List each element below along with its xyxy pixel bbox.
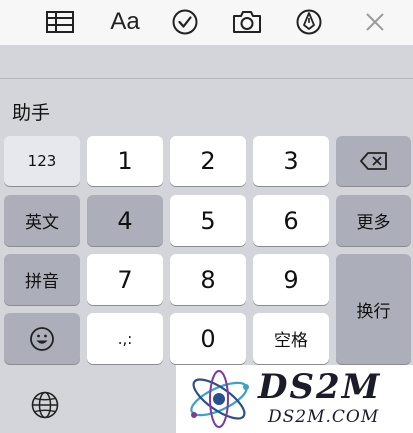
toolbar-divider [0,45,413,79]
key-2[interactable]: 2 [170,136,246,186]
more-key[interactable]: 更多 [336,195,411,246]
key-0-label: 0 [200,324,216,353]
key-7-label: 7 [117,265,133,294]
punctuation-key[interactable]: .,: [87,313,163,364]
return-key[interactable]: 换行 [336,254,411,364]
markup-pen-icon[interactable] [292,6,326,38]
english-key[interactable]: 英文 [4,195,80,246]
watermark-title: DS2M [258,367,382,407]
key-4-label: 4 [117,206,133,235]
key-3[interactable]: 3 [253,136,329,186]
key-5[interactable]: 5 [170,195,246,246]
close-icon[interactable] [358,6,392,38]
key-1[interactable]: 1 [87,136,163,186]
english-label: 英文 [25,213,59,233]
emoji-key[interactable] [4,313,80,364]
globe-key[interactable] [28,388,62,422]
atom-logo-icon [190,370,249,428]
key-5-label: 5 [200,206,216,235]
key-9[interactable]: 9 [253,254,329,305]
camera-icon[interactable] [230,6,264,38]
space-label: 空格 [274,331,308,351]
table-icon[interactable] [43,6,77,38]
key-8-label: 8 [200,265,216,294]
key-8[interactable]: 8 [170,254,246,305]
format-text-label: Aa [110,8,140,35]
key-7[interactable]: 7 [87,254,163,305]
more-label: 更多 [356,213,391,233]
mode-123-label: 123 [27,152,57,170]
key-9-label: 9 [283,265,299,294]
space-key[interactable]: 空格 [253,313,329,364]
globe-icon [31,391,59,419]
punctuation-label: .,: [117,329,133,348]
pinyin-label: 拼音 [25,272,59,292]
editor-toolbar: Aa [0,0,413,45]
return-label: 换行 [356,301,391,322]
backspace-key[interactable] [336,136,411,186]
candidate-word[interactable]: 助手 [12,98,50,125]
watermark: DS2M DS2M.COM [176,365,413,433]
key-3-label: 3 [283,147,299,175]
watermark-url: DS2M.COM [268,407,380,427]
format-text-icon[interactable]: Aa [108,6,142,38]
candidate-bar: 助手 [0,80,413,132]
backspace-icon [359,152,387,170]
checklist-icon[interactable] [168,6,202,38]
mode-123-key[interactable]: 123 [4,136,80,186]
key-1-label: 1 [117,147,133,175]
pinyin-key[interactable]: 拼音 [4,254,80,305]
key-6-label: 6 [283,206,299,235]
key-6[interactable]: 6 [253,195,329,246]
key-2-label: 2 [200,147,216,175]
emoji-icon [30,326,54,351]
key-4[interactable]: 4 [87,195,163,246]
key-0[interactable]: 0 [170,313,246,364]
